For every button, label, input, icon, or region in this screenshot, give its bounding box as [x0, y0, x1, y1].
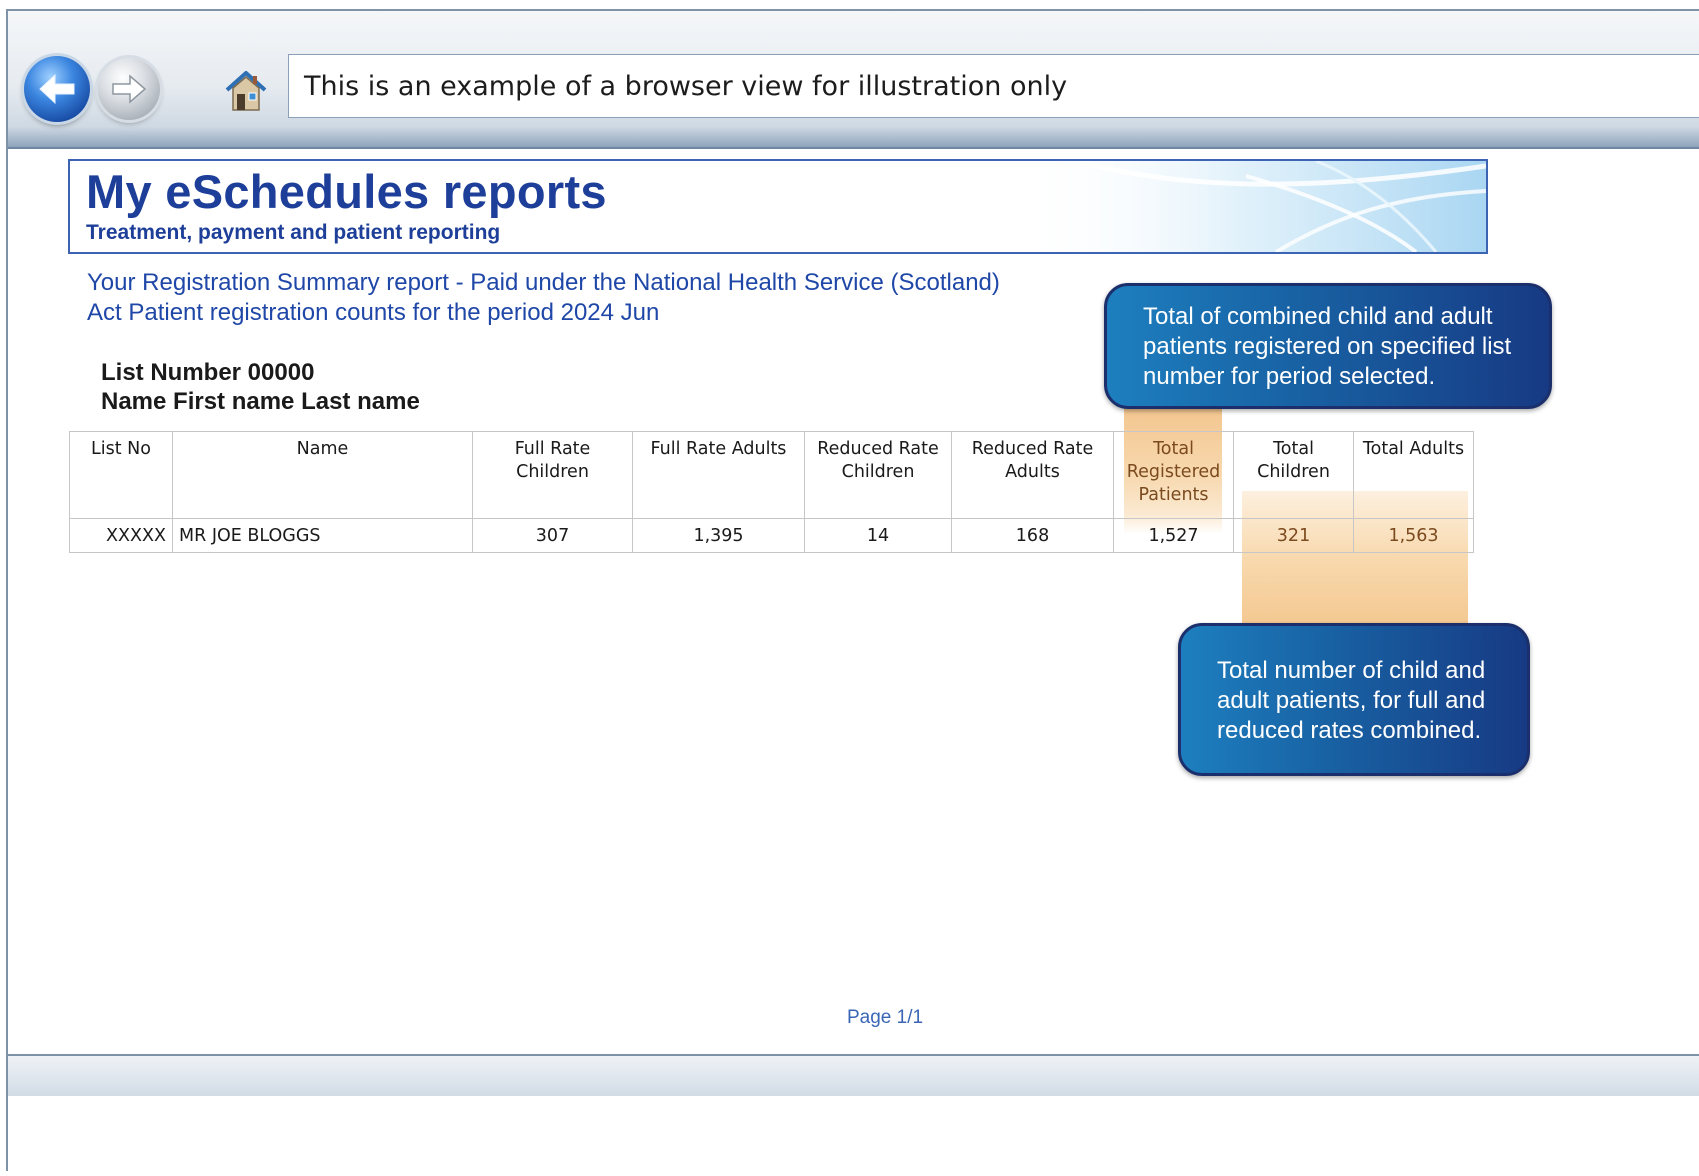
arrow-right-icon: [112, 74, 147, 104]
browser-toolbar: This is an example of a browser view for…: [8, 11, 1699, 149]
col-header-reduced-rate-children: Reduced Rate Children: [804, 431, 952, 519]
list-number: List Number 00000: [101, 359, 315, 386]
registration-summary-table: List No Name Full Rate Children Full Rat…: [69, 431, 1474, 553]
cell-total-registered: 1,527: [1113, 518, 1234, 553]
cell-name: MR JOE BLOGGS: [172, 518, 473, 553]
col-header-list-no: List No: [69, 431, 173, 519]
decorative-swoosh: [1016, 161, 1486, 252]
report-header: My eSchedules reports Treatment, payment…: [68, 159, 1488, 254]
callout-total-registered: Total of combined child and adult patien…: [1104, 283, 1552, 409]
col-header-reduced-rate-adults: Reduced Rate Adults: [951, 431, 1114, 519]
col-header-full-rate-adults: Full Rate Adults: [632, 431, 805, 519]
cell-full-rate-adults: 1,395: [632, 518, 805, 553]
arrow-left-icon: [39, 73, 75, 105]
back-button[interactable]: [24, 56, 90, 122]
cell-reduced-rate-adults: 168: [951, 518, 1114, 553]
cell-full-rate-children: 307: [472, 518, 633, 553]
table-header-row: List No Name Full Rate Children Full Rat…: [69, 431, 1474, 519]
cell-total-children: 321: [1233, 518, 1354, 553]
callout-total-children-adults: Total number of child and adult patients…: [1178, 623, 1530, 776]
cell-total-adults: 1,563: [1353, 518, 1474, 553]
col-header-total-adults: Total Adults: [1353, 431, 1474, 519]
cell-list-no: XXXXX: [69, 518, 173, 553]
list-name: Name First name Last name: [101, 388, 420, 415]
address-bar[interactable]: This is an example of a browser view for…: [288, 54, 1699, 118]
col-header-total-children: Total Children: [1233, 431, 1354, 519]
report-description: Your Registration Summary report - Paid …: [87, 268, 1087, 328]
home-button[interactable]: [223, 68, 269, 114]
home-icon: [225, 71, 267, 111]
col-header-total-registered: Total Registered Patients: [1113, 431, 1234, 519]
browser-window: This is an example of a browser view for…: [6, 9, 1699, 1171]
address-text: This is an example of a browser view for…: [304, 70, 1068, 102]
report-subtitle: Treatment, payment and patient reporting: [86, 221, 501, 244]
table-row: XXXXX MR JOE BLOGGS 307 1,395 14 168 1,5…: [69, 518, 1474, 553]
forward-button[interactable]: [98, 58, 160, 120]
report-description-line-2: Act Patient registration counts for the …: [87, 299, 660, 326]
browser-status-bar: [8, 1054, 1699, 1096]
col-header-name: Name: [172, 431, 473, 519]
cell-reduced-rate-children: 14: [804, 518, 952, 553]
col-header-full-rate-children: Full Rate Children: [472, 431, 633, 519]
report-description-line-1: Your Registration Summary report - Paid …: [87, 269, 1000, 296]
report-title: My eSchedules reports: [86, 165, 607, 218]
page-indicator: Page 1/1: [847, 1007, 924, 1028]
